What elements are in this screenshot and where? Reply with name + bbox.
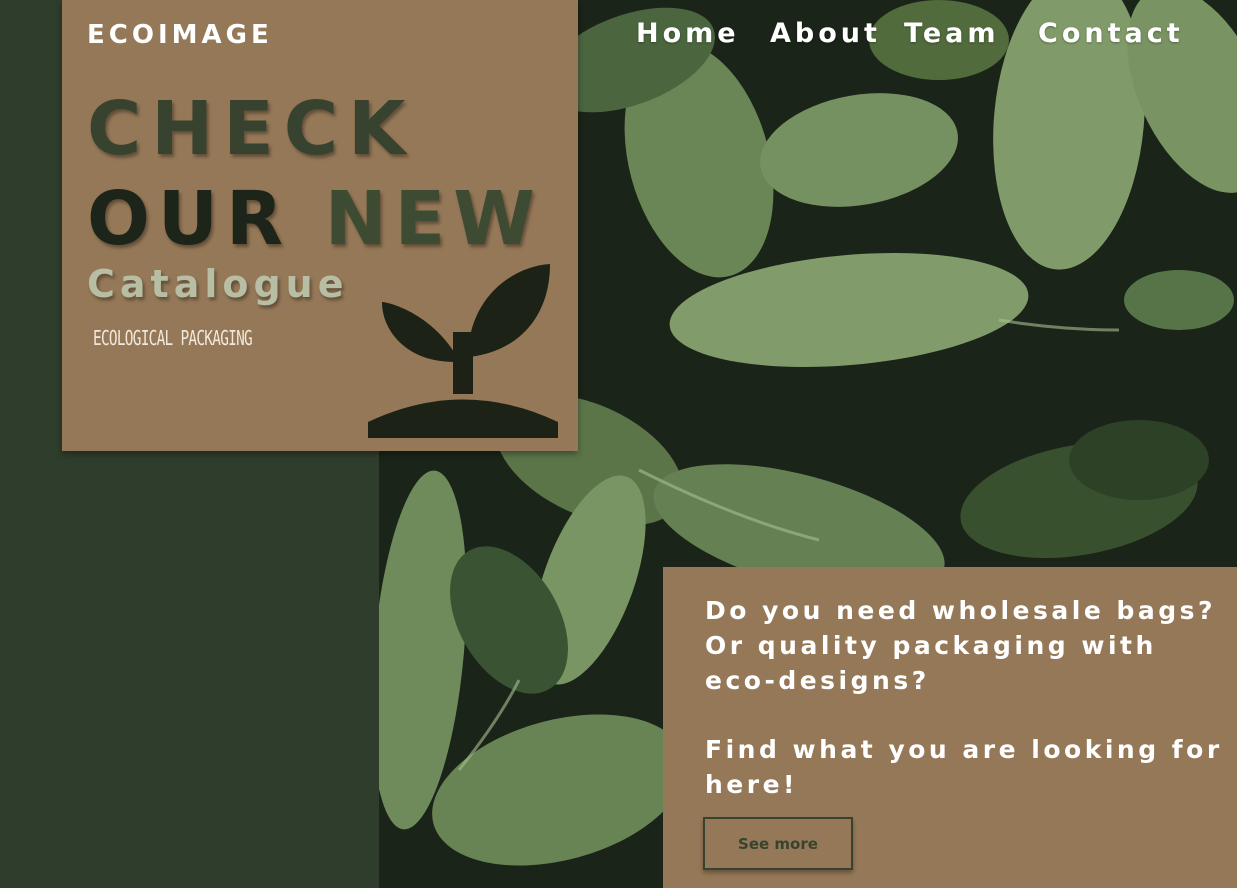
headline-new: NEW [324, 176, 543, 262]
info-question: Do you need wholesale bags? Or quality p… [705, 596, 1217, 695]
hero-subtitle: ECOLOGICAL PACKAGING [93, 326, 253, 350]
info-card: Do you need wholesale bags? Or quality p… [663, 567, 1237, 888]
headline-our-new: OUR NEW [87, 176, 543, 262]
hero-card: ECOIMAGE CHECK OUR NEW Catalogue ECOLOGI… [62, 0, 578, 451]
nav-home-link[interactable]: Home [636, 18, 740, 49]
sprout-icon [368, 262, 562, 442]
headline-catalogue: Catalogue [87, 262, 349, 306]
nav-about-link[interactable]: About [770, 18, 881, 49]
brand-logo-text[interactable]: ECOIMAGE [87, 20, 273, 50]
info-text: Do you need wholesale bags? Or quality p… [705, 593, 1225, 802]
nav-contact-link[interactable]: Contact [1038, 18, 1184, 49]
headline-check: CHECK [87, 86, 416, 172]
see-more-button[interactable]: See more [703, 817, 853, 870]
headline-our: OUR [87, 176, 291, 262]
nav-team-link[interactable]: Team [904, 18, 1000, 49]
info-cta-text: Find what you are looking for here! [705, 735, 1223, 799]
